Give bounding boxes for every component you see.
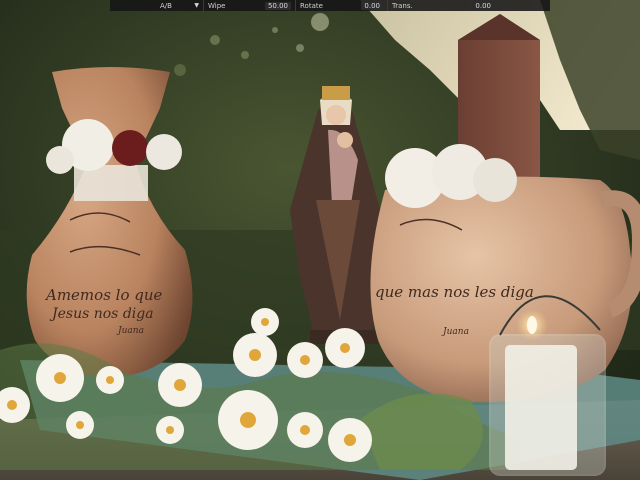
right-vase-line1: que mas nos les diga — [375, 283, 534, 301]
trans-control: Trans. 0.00 — [388, 0, 498, 11]
image-viewer[interactable]: Amemos lo que Jesus nos diga Juana que m… — [0, 0, 640, 480]
ab-selector[interactable]: A/B ▼ — [110, 0, 204, 11]
wipe-label: Wipe — [208, 1, 226, 10]
viewer-overlay-toolbar: A/B ▼ Wipe 50.00 Rotate 0.00 Trans. 0.00 — [110, 0, 550, 11]
triangle-down-icon[interactable]: ▼ — [194, 2, 199, 9]
wipe-value-field[interactable]: 50.00 — [264, 1, 291, 10]
rotate-control: Rotate 0.00 — [296, 0, 388, 11]
rotate-value-field[interactable]: 0.00 — [361, 1, 383, 10]
ab-selector-value: A/B — [160, 1, 172, 10]
right-vase-signature: Juana — [441, 327, 469, 337]
trans-value-field[interactable]: 0.00 — [472, 1, 494, 10]
left-vase-line1: Amemos lo que — [44, 286, 163, 304]
trans-label: Trans. — [392, 1, 413, 10]
wipe-control: Wipe 50.00 — [204, 0, 296, 11]
viewer-image: Amemos lo que Jesus nos diga Juana que m… — [0, 0, 640, 480]
left-vase-signature: Juana — [116, 326, 144, 336]
rotate-label: Rotate — [300, 1, 323, 10]
left-vase-line2: Jesus nos diga — [49, 306, 154, 322]
